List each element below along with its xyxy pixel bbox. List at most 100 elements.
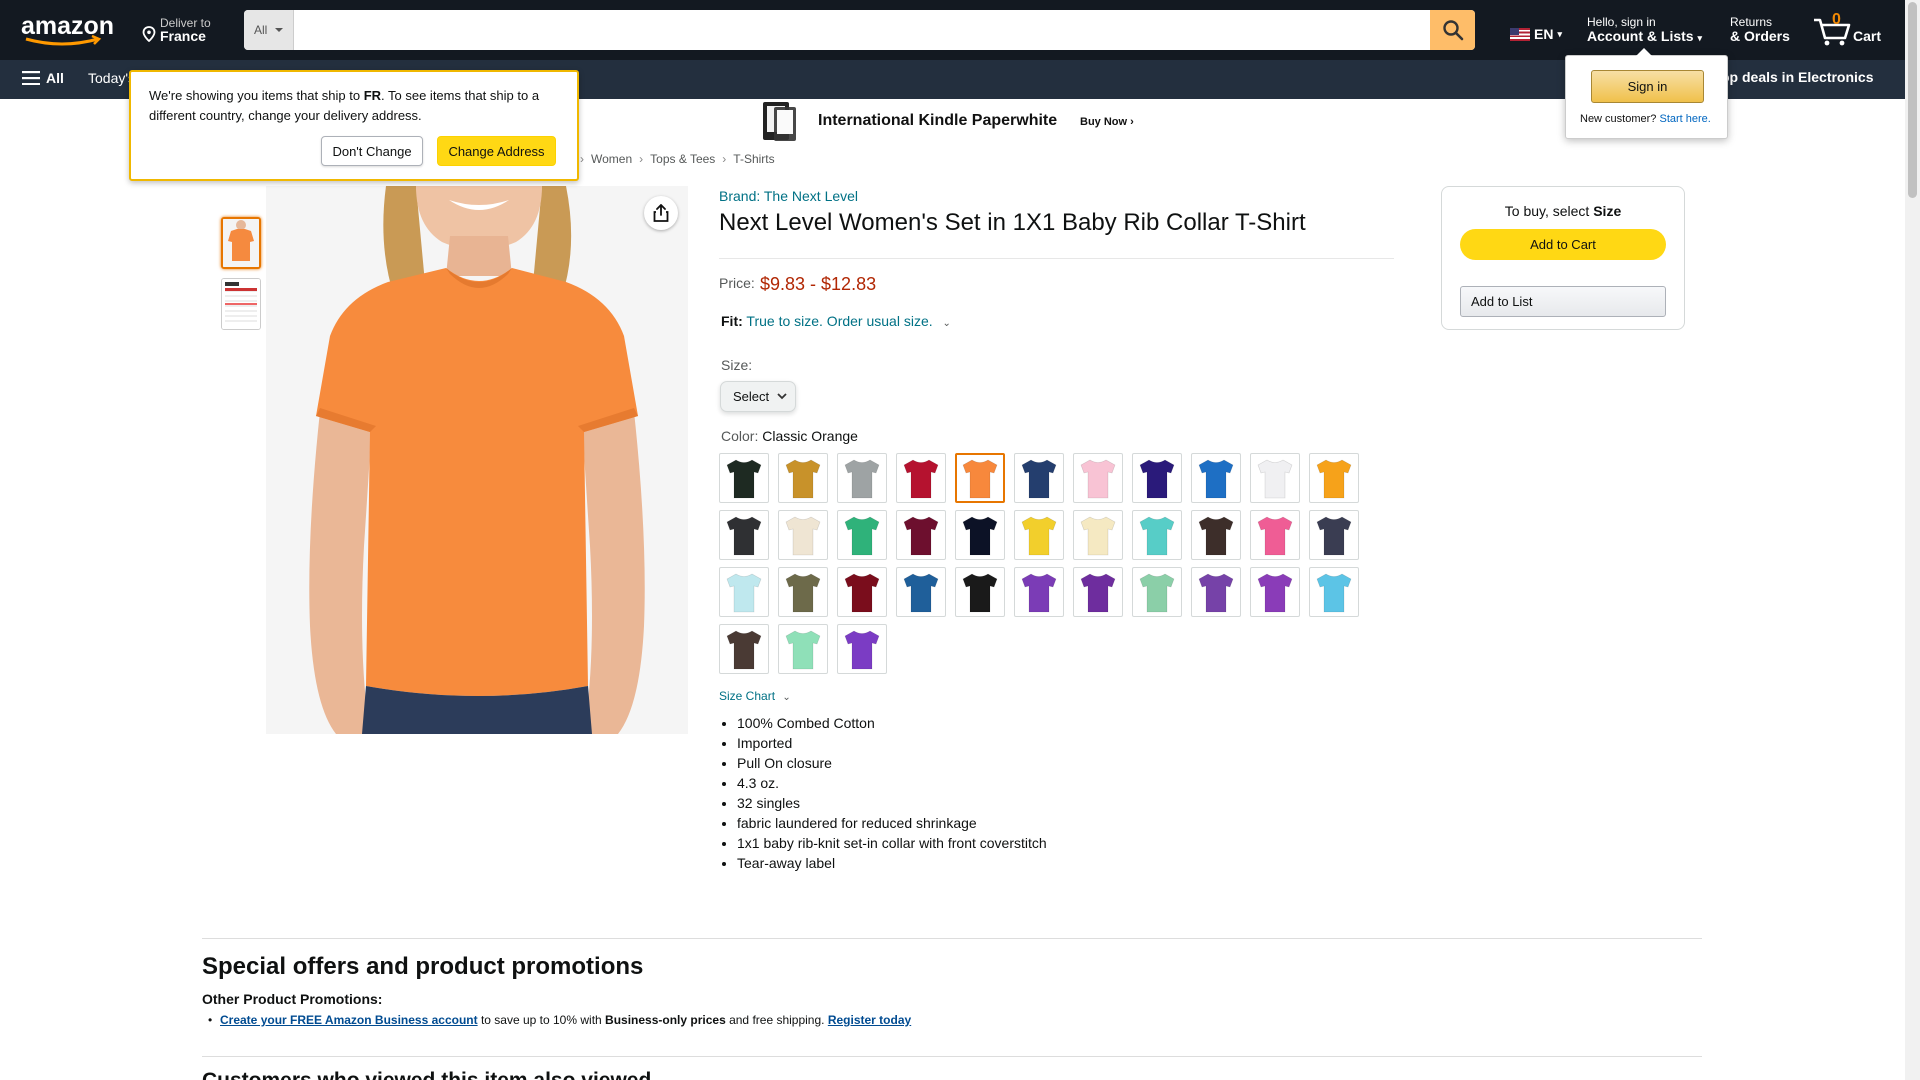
location-pin-icon <box>142 26 156 42</box>
main-product-image[interactable] <box>266 186 688 734</box>
color-swatch[interactable] <box>1073 510 1123 560</box>
color-swatch[interactable] <box>719 453 769 503</box>
color-swatch[interactable] <box>896 510 946 560</box>
color-swatch[interactable] <box>837 453 887 503</box>
brand-link[interactable]: Brand: The Next Level <box>719 188 858 204</box>
tshirt-swatch-icon <box>1198 573 1234 613</box>
tshirt-swatch-icon <box>785 630 821 670</box>
page-scrollbar[interactable] <box>1905 0 1920 1080</box>
tshirt-swatch-icon <box>1080 516 1116 556</box>
nav-todays-deals[interactable]: Today's <box>88 70 135 86</box>
tshirt-swatch-icon <box>1139 516 1175 556</box>
search-button[interactable] <box>1430 10 1475 50</box>
color-swatch[interactable] <box>1014 510 1064 560</box>
color-swatch[interactable] <box>1309 453 1359 503</box>
amazon-business-link[interactable]: Create your FREE Amazon Business account <box>220 1013 478 1027</box>
start-here-link[interactable]: Start here. <box>1659 113 1710 125</box>
tshirt-swatch-icon <box>1198 459 1234 499</box>
breadcrumb-item[interactable]: Women <box>591 152 632 166</box>
share-button[interactable] <box>644 196 678 230</box>
account-greeting[interactable]: Hello, sign in <box>1587 15 1656 29</box>
color-swatch[interactable] <box>1132 510 1182 560</box>
color-swatch[interactable] <box>719 510 769 560</box>
us-flag-icon <box>1510 27 1530 41</box>
search-input[interactable] <box>296 10 1416 50</box>
color-swatch[interactable] <box>778 510 828 560</box>
tshirt-swatch-icon <box>903 573 939 613</box>
returns-label[interactable]: Returns <box>1730 15 1772 29</box>
language-selector[interactable]: EN ▾ <box>1510 26 1562 42</box>
feature-bullet: Tear-away label <box>737 853 1047 873</box>
nav-electronics-deals[interactable]: op deals in Electronics <box>1721 69 1874 85</box>
change-address-button[interactable]: Change Address <box>437 136 556 166</box>
fit-info[interactable]: Fit: True to size. Order usual size. ⌄ <box>721 313 951 329</box>
color-swatch[interactable] <box>719 567 769 617</box>
color-label-prefix: Color: <box>721 428 759 444</box>
color-swatch[interactable] <box>896 567 946 617</box>
color-swatch[interactable] <box>1073 567 1123 617</box>
search-category-dropdown[interactable]: All <box>244 10 294 50</box>
other-promotions-heading: Other Product Promotions: <box>202 991 383 1007</box>
size-chart-link[interactable]: Size Chart ⌄ <box>719 689 791 703</box>
color-swatch[interactable] <box>955 567 1005 617</box>
color-swatch[interactable] <box>719 624 769 674</box>
size-dropdown[interactable]: Select <box>720 381 796 412</box>
color-swatch[interactable] <box>1309 567 1359 617</box>
color-swatch[interactable] <box>837 510 887 560</box>
chevron-down-icon <box>275 28 284 32</box>
color-swatch[interactable] <box>778 453 828 503</box>
all-menu-button[interactable]: All <box>22 70 64 86</box>
color-swatch[interactable] <box>1309 510 1359 560</box>
color-swatch[interactable] <box>1191 453 1241 503</box>
kindle-device-icon[interactable] <box>760 101 800 143</box>
tshirt-swatch-icon <box>962 459 998 499</box>
tshirt-swatch-icon <box>903 459 939 499</box>
color-swatch[interactable] <box>1014 567 1064 617</box>
breadcrumb-item[interactable]: Tops & Tees <box>650 152 715 166</box>
account-lists-link[interactable]: Account & Lists ▾ <box>1587 28 1702 44</box>
feature-bullet: 4.3 oz. <box>737 773 1047 793</box>
color-swatch[interactable] <box>1014 453 1064 503</box>
tshirt-swatch-icon <box>1316 516 1352 556</box>
breadcrumb-item[interactable]: T-Shirts <box>733 152 774 166</box>
color-swatch[interactable] <box>955 453 1005 503</box>
search-bar: All <box>244 10 1475 50</box>
color-swatch[interactable] <box>1250 510 1300 560</box>
color-swatch[interactable] <box>1191 510 1241 560</box>
color-swatch[interactable] <box>1250 453 1300 503</box>
add-to-cart-button[interactable]: Add to Cart <box>1460 229 1666 260</box>
add-to-list-button[interactable]: Add to List <box>1460 286 1666 317</box>
tshirt-swatch-icon <box>785 459 821 499</box>
thumbnail-image-2[interactable] <box>221 278 261 330</box>
feature-bullet: 32 singles <box>737 793 1047 813</box>
color-swatch[interactable] <box>778 567 828 617</box>
thumbnail-image-1[interactable] <box>221 217 261 269</box>
register-today-link[interactable]: Register today <box>828 1013 911 1027</box>
sign-in-button[interactable]: Sign in <box>1591 70 1704 103</box>
caret-down-icon: ▾ <box>1697 33 1702 43</box>
cart-label[interactable]: Cart <box>1853 28 1881 44</box>
color-swatch[interactable] <box>1132 567 1182 617</box>
color-swatch[interactable] <box>896 453 946 503</box>
amazon-logo[interactable]: amazon <box>20 12 120 48</box>
color-swatch[interactable] <box>837 624 887 674</box>
breadcrumb: › Women › Tops & Tees › T-Shirts <box>580 152 775 166</box>
color-swatch[interactable] <box>1132 453 1182 503</box>
kindle-banner-title[interactable]: International Kindle Paperwhite <box>818 112 1057 130</box>
color-swatch[interactable] <box>955 510 1005 560</box>
caret-down-icon: ▾ <box>1557 28 1562 39</box>
color-swatch[interactable] <box>1073 453 1123 503</box>
kindle-buy-now-link[interactable]: Buy Now › <box>1080 116 1134 128</box>
color-swatch[interactable] <box>1191 567 1241 617</box>
color-swatch[interactable] <box>778 624 828 674</box>
customers-also-viewed-heading: Customers who viewed this item also view… <box>202 1069 651 1080</box>
color-swatch[interactable] <box>837 567 887 617</box>
dont-change-button[interactable]: Don't Change <box>321 136 423 166</box>
scrollbar-thumb[interactable] <box>1908 2 1917 198</box>
deliver-country[interactable]: France <box>160 28 206 44</box>
tshirt-swatch-icon <box>726 573 762 613</box>
color-swatch[interactable] <box>1250 567 1300 617</box>
divider <box>719 258 1394 259</box>
orders-link[interactable]: & Orders <box>1730 28 1790 44</box>
tshirt-swatch-icon <box>844 573 880 613</box>
